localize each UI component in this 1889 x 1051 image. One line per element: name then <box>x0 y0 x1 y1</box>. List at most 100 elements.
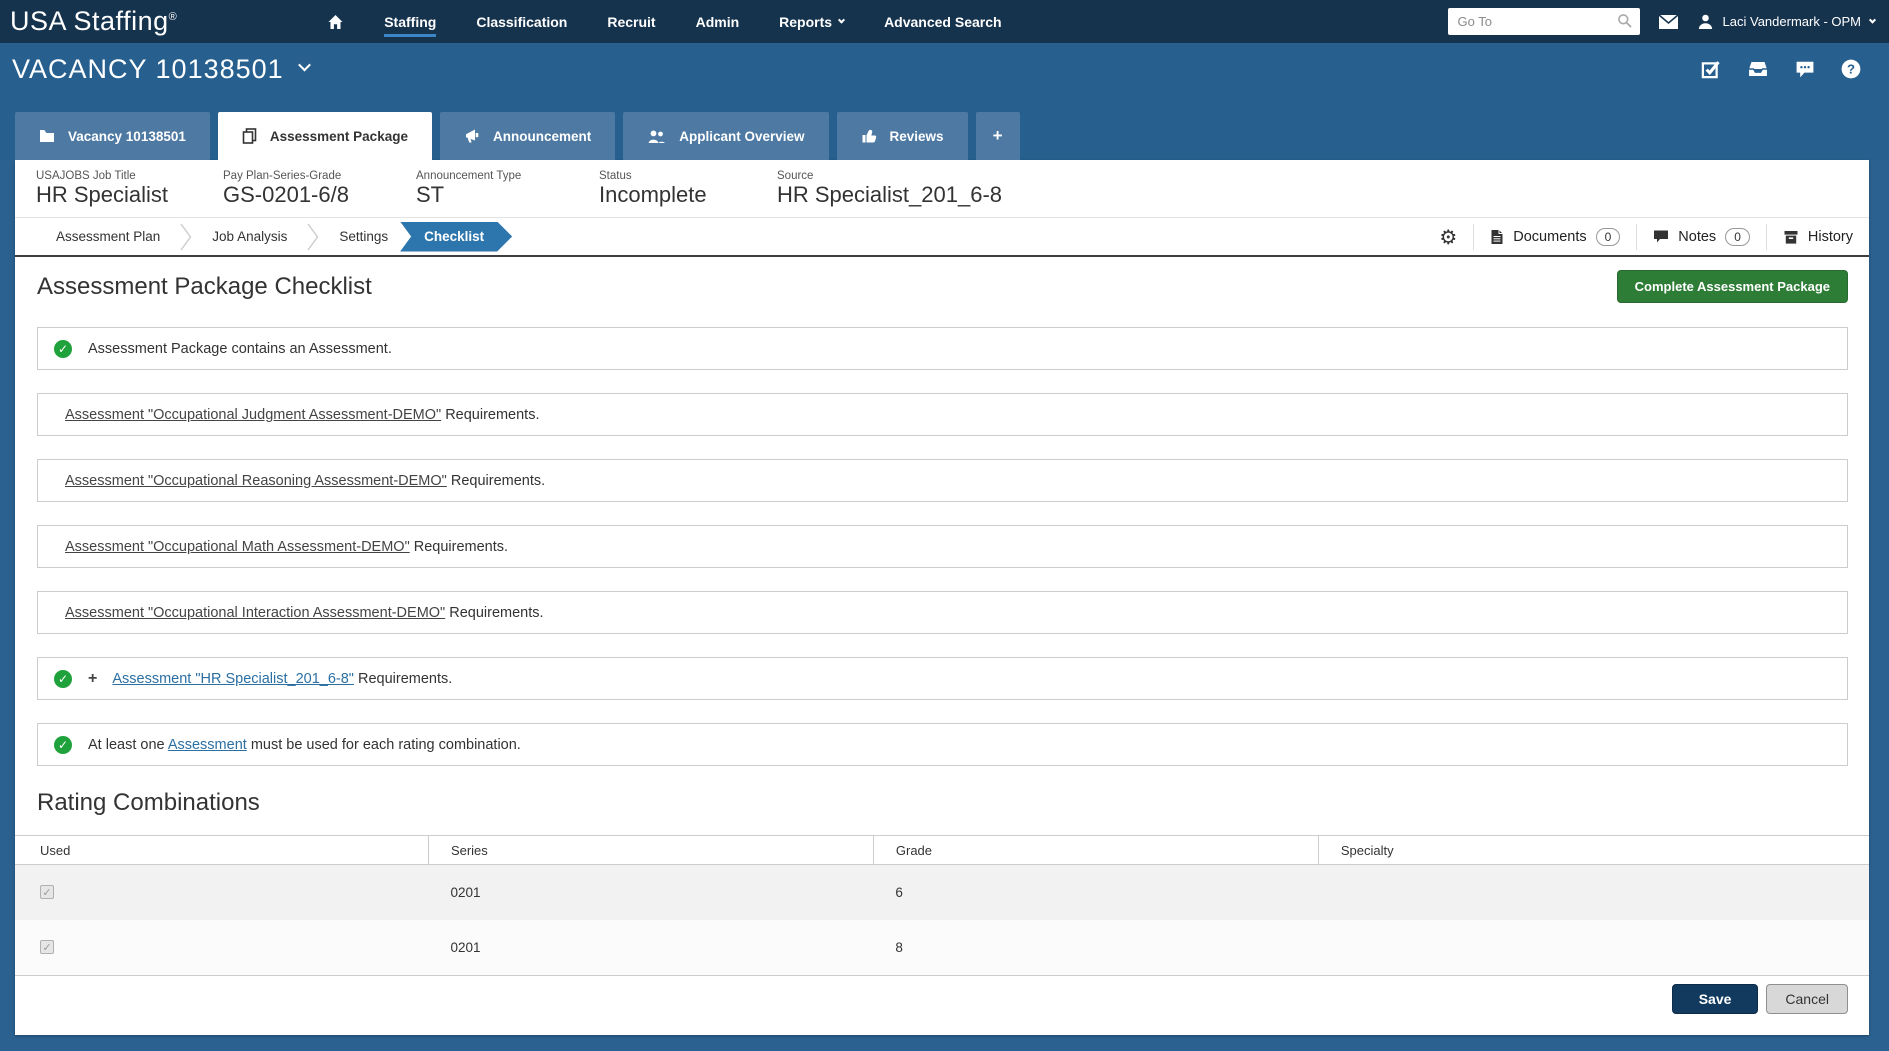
info-value: ST <box>416 183 559 207</box>
tab-assessment-package[interactable]: Assessment Package <box>218 112 432 160</box>
rating-combinations-title: Rating Combinations <box>37 789 1869 817</box>
assessment-requirements-link[interactable]: Assessment "HR Specialist_201_6-8" <box>112 671 354 687</box>
top-nav-bar: USA Staffing® Staffing Classification Re… <box>0 0 1889 43</box>
notes-label: Notes <box>1678 229 1716 245</box>
nav-classification[interactable]: Classification <box>476 14 567 30</box>
tab-announcement[interactable]: Announcement <box>440 112 615 160</box>
notes-button[interactable]: Notes 0 <box>1636 224 1766 250</box>
checklist-text: Requirements. <box>410 539 508 555</box>
help-icon[interactable]: ? <box>1841 59 1861 79</box>
used-checkbox[interactable]: ✓ <box>40 885 54 899</box>
checklist-text: Requirements. <box>447 473 545 489</box>
tab-applicant-overview[interactable]: Applicant Overview <box>623 112 828 160</box>
info-source: Source HR Specialist_201_6-8 <box>777 170 1002 207</box>
app-logo-text: USA Staffing <box>10 6 169 36</box>
tab-label: Applicant Overview <box>679 129 804 144</box>
checklist-section: Assessment Package Checklist Complete As… <box>15 257 1869 766</box>
check-circle-icon: ✓ <box>54 340 72 358</box>
chevron-down-icon <box>838 17 845 24</box>
step-settings[interactable]: Settings <box>319 229 408 244</box>
notes-count-badge: 0 <box>1725 228 1750 246</box>
rating-combinations-section: Rating Combinations Used Series Grade Sp… <box>15 789 1869 1022</box>
step-assessment-plan[interactable]: Assessment Plan <box>36 229 180 244</box>
tab-vacancy[interactable]: Vacancy 10138501 <box>15 112 210 160</box>
checklist-text: must be used for each rating combination… <box>247 737 521 753</box>
step-job-analysis[interactable]: Job Analysis <box>192 229 307 244</box>
content-panel: USAJOBS Job Title HR Specialist Pay Plan… <box>15 160 1869 1035</box>
assessment-subnav: Assessment Plan Job Analysis Settings Ch… <box>15 218 1869 257</box>
cancel-button[interactable]: Cancel <box>1766 984 1848 1014</box>
checklist-text: Assessment Package contains an Assessmen… <box>88 341 392 357</box>
assessment-requirements-link[interactable]: Assessment "Occupational Interaction Ass… <box>65 605 445 621</box>
info-label: Status <box>599 170 737 182</box>
grade-cell: 6 <box>873 865 1318 920</box>
used-checkbox[interactable]: ✓ <box>40 940 54 954</box>
checklist-item: Assessment "Occupational Reasoning Asses… <box>37 459 1848 502</box>
tasks-icon[interactable] <box>1701 59 1721 79</box>
vacancy-title: VACANCY 10138501 <box>12 54 284 85</box>
series-cell: 0201 <box>428 865 873 920</box>
info-value: GS-0201-6/8 <box>223 183 376 207</box>
document-icon <box>1490 229 1504 245</box>
save-button[interactable]: Save <box>1672 984 1759 1014</box>
app-logo[interactable]: USA Staffing® <box>10 6 177 37</box>
rating-combinations-table: Used Series Grade Specialty ✓ 0201 6 ✓ 0… <box>15 835 1869 975</box>
checklist-item: ✓ Assessment Package contains an Assessm… <box>37 327 1848 370</box>
expand-toggle[interactable]: + <box>88 670 97 688</box>
column-header-grade: Grade <box>873 836 1318 865</box>
inbox-icon[interactable] <box>1747 60 1769 78</box>
chevron-down-icon <box>1869 17 1876 24</box>
nav-advanced-search[interactable]: Advanced Search <box>884 14 1002 30</box>
topbar-right: Laci Vandermark - OPM <box>1448 8 1875 35</box>
info-label: Source <box>777 170 1002 182</box>
vacancy-bar: VACANCY 10138501 ? <box>0 43 1889 95</box>
info-value: HR Specialist_201_6-8 <box>777 183 1002 207</box>
note-bubble-icon <box>1653 229 1669 244</box>
info-pay-plan: Pay Plan-Series-Grade GS-0201-6/8 <box>223 170 376 207</box>
assessment-requirements-link[interactable]: Assessment "Occupational Judgment Assess… <box>65 407 441 423</box>
checklist-title-row: Assessment Package Checklist Complete As… <box>37 270 1848 303</box>
info-status: Status Incomplete <box>599 170 737 207</box>
tab-label: Announcement <box>493 129 591 144</box>
table-row: ✓ 0201 6 <box>15 865 1869 920</box>
mail-icon[interactable] <box>1658 14 1679 30</box>
tab-label: Assessment Package <box>270 129 408 144</box>
checklist-item: ✓ At least one Assessment must be used f… <box>37 723 1848 766</box>
search-icon[interactable] <box>1617 13 1633 34</box>
column-header-series: Series <box>428 836 873 865</box>
column-header-used: Used <box>15 836 428 865</box>
nav-staffing[interactable]: Staffing <box>384 14 436 37</box>
tab-reviews[interactable]: Reviews <box>837 112 968 160</box>
nav-reports[interactable]: Reports <box>779 14 844 30</box>
workspace-tabs: Vacancy 10138501 Assessment Package Anno… <box>0 95 1889 160</box>
documents-button[interactable]: Documents 0 <box>1473 224 1636 250</box>
chat-icon[interactable] <box>1795 60 1815 78</box>
history-icon <box>1783 229 1799 245</box>
assessment-link[interactable]: Assessment <box>168 737 247 753</box>
nav-recruit[interactable]: Recruit <box>607 14 655 30</box>
settings-gear-button[interactable]: ⚙ <box>1423 224 1473 250</box>
tab-label: Reviews <box>890 129 944 144</box>
step-separator-icon <box>180 222 192 252</box>
info-value: HR Specialist <box>36 183 183 207</box>
complete-assessment-package-button[interactable]: Complete Assessment Package <box>1617 270 1848 303</box>
documents-label: Documents <box>1513 229 1586 245</box>
nav-admin[interactable]: Admin <box>696 14 740 30</box>
folder-icon <box>39 129 55 143</box>
assessment-requirements-link[interactable]: Assessment "Occupational Math Assessment… <box>65 539 410 555</box>
goto-input[interactable] <box>1448 8 1640 35</box>
specialty-cell <box>1318 920 1869 975</box>
checklist-text: Requirements. <box>354 671 452 687</box>
step-checklist[interactable]: Checklist <box>400 222 512 252</box>
table-row: ✓ 0201 8 <box>15 920 1869 975</box>
assessment-requirements-link[interactable]: Assessment "Occupational Reasoning Asses… <box>65 473 447 489</box>
check-circle-icon: ✓ <box>54 736 72 754</box>
pages-icon <box>242 128 257 144</box>
vacancy-title-menu[interactable]: VACANCY 10138501 <box>12 54 309 85</box>
nav-reports-label: Reports <box>779 14 832 30</box>
add-tab-button[interactable]: + <box>976 112 1020 160</box>
checklist-text: At least one <box>88 737 168 753</box>
history-button[interactable]: History <box>1766 224 1869 250</box>
user-menu[interactable]: Laci Vandermark - OPM <box>1697 13 1875 30</box>
home-icon[interactable] <box>327 14 344 30</box>
